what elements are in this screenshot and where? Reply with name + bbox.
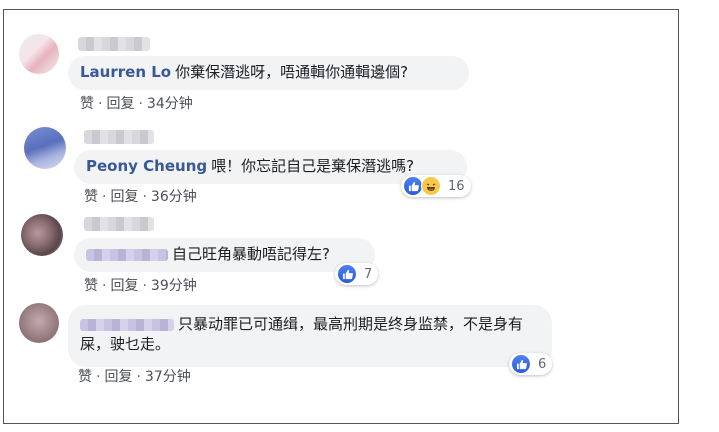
comment-actions: 赞 · 回复 · 37分钟 bbox=[78, 366, 191, 386]
reaction-count: 6 bbox=[538, 356, 547, 372]
like-icon bbox=[337, 264, 357, 284]
reply-link[interactable]: 回复 bbox=[110, 278, 138, 294]
comment-author[interactable]: Peony Cheung bbox=[86, 157, 207, 175]
separator: · bbox=[102, 278, 107, 294]
reaction-count: 7 bbox=[364, 266, 373, 282]
reaction-badge[interactable]: 7 bbox=[335, 263, 379, 285]
separator: · bbox=[138, 96, 143, 112]
timestamp-link[interactable]: 34分钟 bbox=[147, 96, 193, 112]
like-icon bbox=[511, 354, 531, 374]
like-link[interactable]: 赞 bbox=[84, 278, 98, 294]
like-link[interactable]: 赞 bbox=[78, 369, 92, 385]
avatar[interactable] bbox=[19, 34, 59, 74]
separator: · bbox=[142, 278, 147, 294]
avatar[interactable] bbox=[21, 214, 63, 256]
separator: · bbox=[142, 189, 147, 205]
reaction-badge[interactable]: 16 bbox=[401, 175, 471, 197]
reply-link[interactable]: 回复 bbox=[110, 189, 138, 205]
separator: · bbox=[102, 189, 107, 205]
reaction-count: 16 bbox=[448, 178, 465, 194]
reply-link[interactable]: 回复 bbox=[106, 96, 134, 112]
avatar[interactable] bbox=[19, 303, 59, 343]
comment-bubble: 只暴动罪已可通缉，最高刑期是终身监禁，不是身有屎，驶乜走。 bbox=[68, 305, 552, 367]
timestamp-link[interactable]: 36分钟 bbox=[151, 189, 197, 205]
avatar[interactable] bbox=[24, 127, 66, 169]
comment-actions: 赞 · 回复 · 36分钟 bbox=[84, 186, 197, 206]
comment-bubble: 自己旺角暴動唔記得左? bbox=[74, 238, 375, 272]
blurred-username bbox=[84, 130, 154, 144]
haha-icon bbox=[421, 176, 441, 196]
comment-actions: 赞 · 回复 · 39分钟 bbox=[84, 275, 197, 295]
like-link[interactable]: 赞 bbox=[80, 96, 94, 112]
comment-bubble: Laurren Lo 你棄保潛逃呀，唔通輯你通輯邊個? bbox=[68, 56, 469, 90]
blurred-mention bbox=[86, 248, 168, 261]
timestamp-link[interactable]: 39分钟 bbox=[151, 278, 197, 294]
comment-text: 自己旺角暴動唔記得左? bbox=[172, 245, 330, 263]
like-icon bbox=[403, 176, 423, 196]
separator: · bbox=[96, 369, 101, 385]
like-link[interactable]: 赞 bbox=[84, 189, 98, 205]
blurred-mention bbox=[80, 318, 174, 331]
reaction-badge[interactable]: 6 bbox=[509, 353, 553, 375]
comment-text: 你棄保潛逃呀，唔通輯你通輯邊個? bbox=[175, 63, 409, 81]
blurred-username bbox=[78, 37, 150, 51]
separator: · bbox=[98, 96, 103, 112]
comment-actions: 赞 · 回复 · 34分钟 bbox=[80, 93, 193, 113]
reply-link[interactable]: 回复 bbox=[104, 369, 132, 385]
blurred-username bbox=[84, 217, 154, 231]
comment-author[interactable]: Laurren Lo bbox=[80, 63, 171, 81]
comment-text: 喂！你忘記自己是棄保潛逃嗎? bbox=[211, 157, 415, 175]
timestamp-link[interactable]: 37分钟 bbox=[145, 369, 191, 385]
separator: · bbox=[136, 369, 141, 385]
